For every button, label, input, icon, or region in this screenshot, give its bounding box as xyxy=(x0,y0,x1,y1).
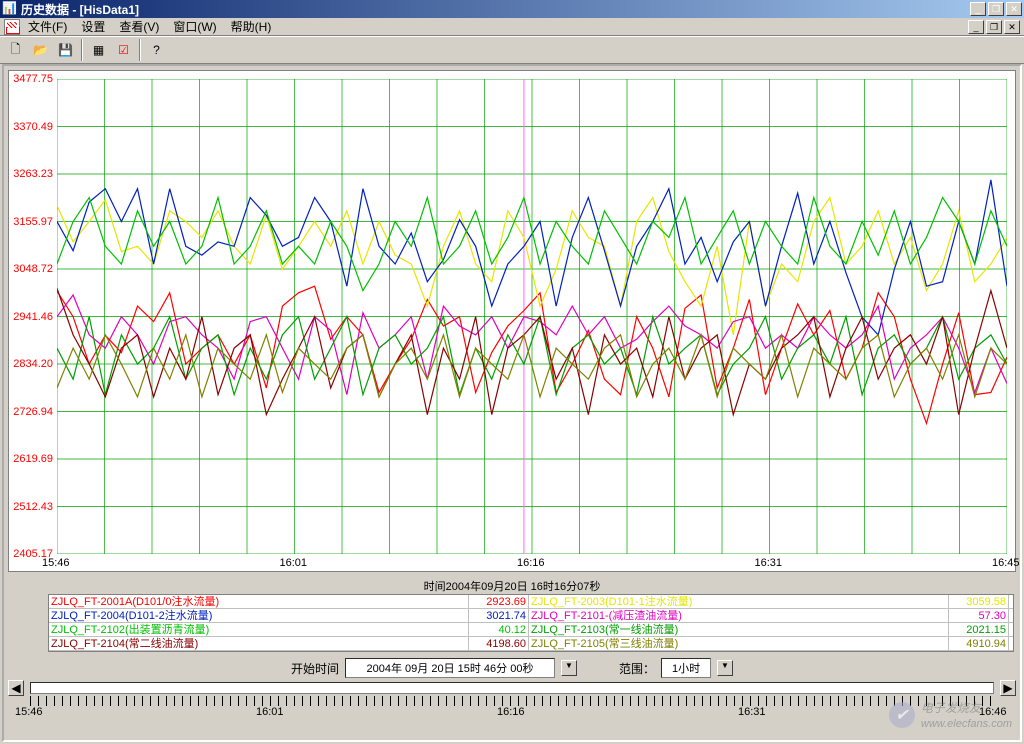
titlebar: 📊 历史数据 - [HisData1] _ ❐ ✕ xyxy=(0,0,1024,18)
bottom-tick: 16:01 xyxy=(256,706,284,718)
help-button[interactable]: ? xyxy=(145,39,168,61)
mdi-close-button[interactable]: ✕ xyxy=(1004,20,1020,34)
watermark-brand: 电子发烧友 xyxy=(921,701,981,715)
legend-name: ZJLQ_FT-2104(常二线油流量) xyxy=(49,637,469,650)
x-tick: 16:16 xyxy=(517,557,545,569)
minimize-button[interactable]: _ xyxy=(970,2,986,16)
bottom-tick: 15:46 xyxy=(15,706,43,718)
x-tick: 16:01 xyxy=(280,557,308,569)
legend-name: ZJLQ_FT-2101-(减压渣油流量) xyxy=(529,609,949,622)
mdi-doc-icon[interactable] xyxy=(4,19,20,35)
check-button[interactable]: ☑ xyxy=(112,39,135,61)
watermark-url: www.elecfans.com xyxy=(921,718,1012,730)
legend-value: 2923.69 xyxy=(469,595,529,608)
x-tick: 16:31 xyxy=(755,557,783,569)
legend-row: ZJLQ_FT-2104(常二线油流量)4198.60ZJLQ_FT-2105(… xyxy=(49,637,1013,651)
controls-row: 开始时间 2004年 09月 20日 15时 46分 00秒 ▼ 范围： 1小时… xyxy=(4,658,1020,678)
y-tick: 2619.69 xyxy=(9,453,53,465)
bottom-tick: 16:31 xyxy=(738,706,766,718)
menubar: 文件(F) 设置 查看(V) 窗口(W) 帮助(H) _ ❐ ✕ xyxy=(0,18,1024,36)
legend-value: 2021.15 xyxy=(949,623,1009,636)
watermark-icon: ✔ xyxy=(889,702,915,728)
legend-value: 4910.94 xyxy=(949,637,1009,650)
workspace: 3477.75 3370.49 3263.23 3155.97 3048.72 2941.… xyxy=(2,64,1022,742)
legend-table: ZJLQ_FT-2001A(D101/0注水流量)2923.69ZJLQ_FT-… xyxy=(48,594,1014,652)
time-scroll-row: ◀ ▶ 15:4616:0116:1616:3116:46 xyxy=(8,680,1016,720)
mdi-minimize-button[interactable]: _ xyxy=(968,20,984,34)
chart-plot[interactable] xyxy=(57,79,1007,554)
legend-value: 40.12 xyxy=(469,623,529,636)
legend-name: ZJLQ_FT-2003(D101-1注水流量) xyxy=(529,595,949,608)
maximize-button[interactable]: ❐ xyxy=(988,2,1004,16)
y-tick: 3370.49 xyxy=(9,121,53,133)
scroll-left-button[interactable]: ◀ xyxy=(8,680,24,696)
app-icon: 📊 xyxy=(2,1,18,17)
range-label: 范围： xyxy=(619,660,655,677)
scroll-ticks: 15:4616:0116:1616:3116:46 xyxy=(30,706,994,720)
scroll-ruler xyxy=(30,696,994,706)
x-tick: 15:46 xyxy=(42,557,70,569)
close-button[interactable]: ✕ xyxy=(1006,2,1022,16)
legend-row: ZJLQ_FT-2001A(D101/0注水流量)2923.69ZJLQ_FT-… xyxy=(49,595,1013,609)
new-button[interactable]: 🗋 xyxy=(4,39,27,61)
window-title: 历史数据 - [HisData1] xyxy=(21,1,970,18)
range-spinner[interactable]: ▼ xyxy=(717,660,733,676)
legend-name: ZJLQ_FT-2001A(D101/0注水流量) xyxy=(49,595,469,608)
y-tick: 3477.75 xyxy=(9,73,53,85)
y-tick: 2941.46 xyxy=(9,311,53,323)
menu-view[interactable]: 查看(V) xyxy=(113,17,165,36)
y-tick: 3263.23 xyxy=(9,168,53,180)
y-tick: 2512.43 xyxy=(9,501,53,513)
save-button[interactable]: 💾 xyxy=(54,39,77,61)
mdi-maximize-button[interactable]: ❐ xyxy=(986,20,1002,34)
y-tick: 3048.72 xyxy=(9,263,53,275)
menu-file[interactable]: 文件(F) xyxy=(22,17,73,36)
range-input[interactable]: 1小时 xyxy=(661,658,711,678)
toolbar: 🗋 📂 💾 ▦ ☑ ? xyxy=(0,36,1024,64)
legend-value: 3021.74 xyxy=(469,609,529,622)
grid-button[interactable]: ▦ xyxy=(87,39,110,61)
cursor-time-label: 时间2004年09月20日 16时16分07秒 xyxy=(4,578,1020,594)
start-time-label: 开始时间 xyxy=(291,660,339,677)
legend-row: ZJLQ_FT-2004(D101-2注水流量)3021.74ZJLQ_FT-2… xyxy=(49,609,1013,623)
open-button[interactable]: 📂 xyxy=(29,39,52,61)
y-tick: 2834.20 xyxy=(9,358,53,370)
y-tick: 2726.94 xyxy=(9,406,53,418)
x-axis: 15:4616:0116:1616:3116:45 xyxy=(57,557,1011,571)
start-time-spinner[interactable]: ▼ xyxy=(561,660,577,676)
legend-name: ZJLQ_FT-2004(D101-2注水流量) xyxy=(49,609,469,622)
bottom-tick: 16:16 xyxy=(497,706,525,718)
legend-value: 4198.60 xyxy=(469,637,529,650)
legend-name: ZJLQ_FT-2103(常一线油流量) xyxy=(529,623,949,636)
menu-window[interactable]: 窗口(W) xyxy=(167,17,222,36)
legend-row: ZJLQ_FT-2102(出装置沥青流量)40.12ZJLQ_FT-2103(常… xyxy=(49,623,1013,637)
scroll-track[interactable] xyxy=(30,682,994,694)
legend-value: 57.30 xyxy=(949,609,1009,622)
y-tick: 3155.97 xyxy=(9,216,53,228)
menu-help[interactable]: 帮助(H) xyxy=(225,17,278,36)
legend-name: ZJLQ_FT-2102(出装置沥青流量) xyxy=(49,623,469,636)
start-time-input[interactable]: 2004年 09月 20日 15时 46分 00秒 xyxy=(345,658,555,678)
menu-settings[interactable]: 设置 xyxy=(75,17,111,36)
chart-area: 3477.75 3370.49 3263.23 3155.97 3048.72 2941.… xyxy=(8,70,1016,572)
legend-name: ZJLQ_FT-2105(常三线油流量) xyxy=(529,637,949,650)
watermark: ✔ 电子发烧友 www.elecfans.com xyxy=(889,699,1012,730)
scroll-right-button[interactable]: ▶ xyxy=(1000,680,1016,696)
x-tick: 16:45 xyxy=(992,557,1020,569)
legend-value: 3059.58 xyxy=(949,595,1009,608)
